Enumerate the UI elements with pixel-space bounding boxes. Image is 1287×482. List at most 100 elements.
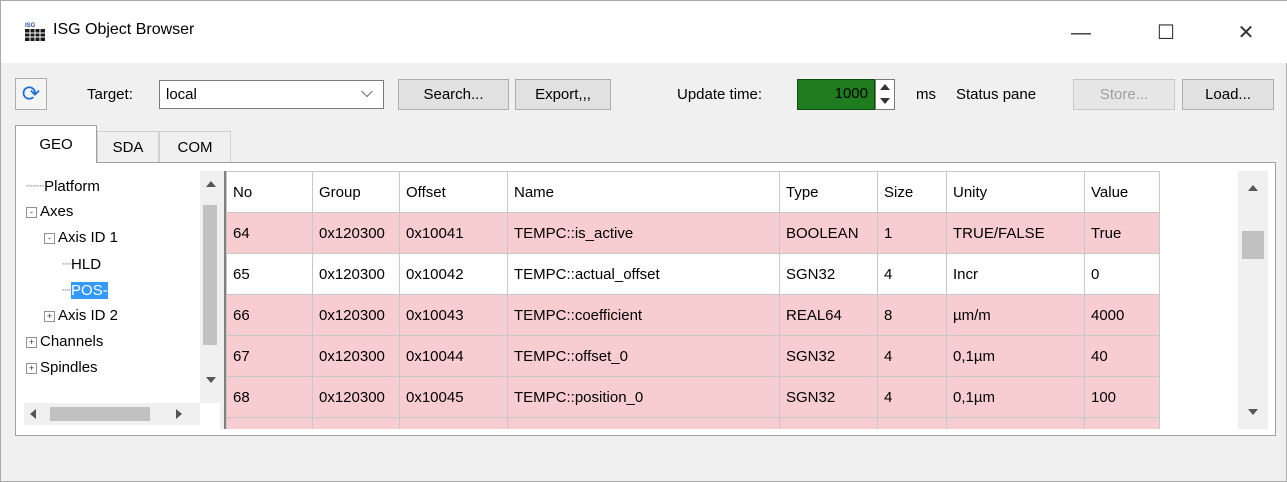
table-row[interactable]: 66 0x120300 0x10043 TEMPC::coefficient REAL6…: [226, 294, 1160, 336]
column-header-value[interactable]: Value: [1084, 171, 1160, 213]
cell-type[interactable]: SGN32: [779, 335, 878, 377]
cell-unity[interactable]: Incr: [946, 253, 1085, 295]
cell-type[interactable]: SGN32: [779, 253, 878, 295]
collapse-icon[interactable]: -: [26, 206, 37, 218]
column-header-group[interactable]: Group: [312, 171, 400, 213]
cell-size[interactable]: 8: [877, 294, 947, 336]
table-row[interactable]: 68 0x120300 0x10045 TEMPC::position_0 SGN32 4…: [226, 376, 1160, 418]
cell-group[interactable]: 0x120300: [312, 253, 400, 295]
cell-name[interactable]: ...: [507, 417, 780, 429]
store-button[interactable]: Store...: [1073, 79, 1175, 110]
tree-item-channels[interactable]: + Channels: [26, 333, 103, 350]
update-time-spinner[interactable]: [875, 79, 895, 110]
cell-name[interactable]: TEMPC::offset_0: [507, 335, 780, 377]
tree-item-axes[interactable]: - Axes: [26, 203, 73, 220]
column-header-unity[interactable]: Unity: [946, 171, 1085, 213]
scroll-left-icon[interactable]: [30, 409, 36, 419]
cell-unity[interactable]: 0,1: [946, 417, 1085, 429]
scroll-right-icon[interactable]: [176, 409, 182, 419]
cell-size[interactable]: 4: [877, 376, 947, 418]
spin-up-icon[interactable]: [880, 84, 890, 90]
cell-value[interactable]: 40: [1084, 335, 1160, 377]
cell-no[interactable]: 67: [226, 335, 313, 377]
cell-size[interactable]: 4: [877, 417, 947, 429]
column-header-offset[interactable]: Offset: [399, 171, 508, 213]
tree-item-platform[interactable]: ┈┈Platform: [26, 177, 100, 195]
cell-no[interactable]: 66: [226, 294, 313, 336]
refresh-button[interactable]: ⟳: [15, 78, 47, 110]
expand-icon[interactable]: +: [26, 362, 37, 374]
cell-offset[interactable]: 0x10044: [399, 335, 508, 377]
tree-view[interactable]: ┈┈Platform - Axes - Axis ID 1 ┈HLD ┈POS- +…: [24, 171, 220, 429]
cell-size[interactable]: 4: [877, 253, 947, 295]
tab-com[interactable]: COM: [159, 131, 231, 163]
tree-horizontal-scrollbar[interactable]: [24, 403, 200, 425]
cell-no[interactable]: 65: [226, 253, 313, 295]
cell-offset[interactable]: 0x10043: [399, 294, 508, 336]
cell-type[interactable]: SGN32: [779, 376, 878, 418]
column-header-name[interactable]: Name: [507, 171, 780, 213]
cell-group[interactable]: 0x120300: [312, 376, 400, 418]
cell-type[interactable]: BOOLEAN: [779, 212, 878, 254]
cell-offset[interactable]: 0x10041: [399, 212, 508, 254]
cell-offset[interactable]: 0x10045: [399, 376, 508, 418]
cell-group[interactable]: 0x120300: [312, 335, 400, 377]
table-row[interactable]: 64 0x120300 0x10041 TEMPC::is_active BOOLEAN…: [226, 212, 1160, 254]
tab-geo[interactable]: GEO: [15, 125, 97, 163]
cell-type[interactable]: REAL64: [779, 294, 878, 336]
expand-icon[interactable]: +: [26, 336, 37, 348]
cell-value[interactable]: True: [1084, 212, 1160, 254]
tree-item-axis-id-1[interactable]: - Axis ID 1: [44, 229, 118, 246]
tree-vertical-scrollbar[interactable]: [200, 171, 220, 403]
scroll-up-icon[interactable]: [1248, 185, 1258, 191]
cell-size[interactable]: 1: [877, 212, 947, 254]
column-header-type[interactable]: Type: [779, 171, 878, 213]
column-header-no[interactable]: No: [226, 171, 313, 213]
scroll-down-icon[interactable]: [1248, 409, 1258, 415]
cell-unity[interactable]: 0,1µm: [946, 335, 1085, 377]
chevron-down-icon[interactable]: ⌵: [361, 84, 373, 102]
scroll-thumb[interactable]: [203, 205, 217, 345]
minimize-button[interactable]: —: [1051, 13, 1111, 53]
target-combobox[interactable]: local ⌵: [159, 80, 384, 109]
tree-item-hld[interactable]: ┈HLD: [62, 255, 101, 273]
close-button[interactable]: ✕: [1216, 13, 1276, 53]
cell-group[interactable]: 0x120300: [312, 294, 400, 336]
cell-name[interactable]: TEMPC::actual_offset: [507, 253, 780, 295]
cell-size[interactable]: 4: [877, 335, 947, 377]
cell-offset[interactable]: 0x10042: [399, 253, 508, 295]
expand-icon[interactable]: +: [44, 310, 55, 322]
cell-name[interactable]: TEMPC::coefficient: [507, 294, 780, 336]
cell-unity[interactable]: 0,1µm: [946, 376, 1085, 418]
table-row[interactable]: 690x1203000x10046...SGN3240,10: [226, 417, 1160, 429]
table-row[interactable]: 67 0x120300 0x10044 TEMPC::offset_0 SGN32 4 0,…: [226, 335, 1160, 377]
table-row[interactable]: 65 0x120300 0x10042 TEMPC::actual_offset SGN…: [226, 253, 1160, 295]
scroll-thumb[interactable]: [50, 407, 150, 421]
cell-value[interactable]: 4000: [1084, 294, 1160, 336]
cell-type[interactable]: SGN32: [779, 417, 878, 429]
cell-group[interactable]: 0x120300: [312, 212, 400, 254]
cell-group[interactable]: 0x120300: [312, 417, 400, 429]
update-time-input[interactable]: 1000: [797, 79, 875, 110]
load-button[interactable]: Load...: [1182, 79, 1274, 110]
column-header-size[interactable]: Size: [877, 171, 947, 213]
cell-value[interactable]: 100: [1084, 376, 1160, 418]
export-button[interactable]: Export,,,: [515, 79, 611, 110]
cell-value[interactable]: 0: [1084, 417, 1160, 429]
tree-item-pos[interactable]: ┈POS-: [62, 281, 108, 299]
tree-item-spindles[interactable]: + Spindles: [26, 359, 98, 375]
tree-item-axis-id-2[interactable]: + Axis ID 2: [44, 307, 118, 324]
cell-offset[interactable]: 0x10046: [399, 417, 508, 429]
spin-down-icon[interactable]: [880, 98, 890, 104]
maximize-button[interactable]: ☐: [1136, 13, 1196, 53]
data-grid[interactable]: No Group Offset Name Type Size Unity Val…: [224, 171, 1234, 429]
cell-no[interactable]: 68: [226, 376, 313, 418]
scroll-up-icon[interactable]: [206, 181, 216, 187]
cell-no[interactable]: 69: [226, 417, 313, 429]
cell-unity[interactable]: TRUE/FALSE: [946, 212, 1085, 254]
scroll-thumb[interactable]: [1242, 231, 1264, 259]
cell-name[interactable]: TEMPC::position_0: [507, 376, 780, 418]
collapse-icon[interactable]: -: [44, 232, 55, 244]
scroll-down-icon[interactable]: [206, 377, 216, 383]
grid-vertical-scrollbar[interactable]: [1238, 171, 1268, 429]
